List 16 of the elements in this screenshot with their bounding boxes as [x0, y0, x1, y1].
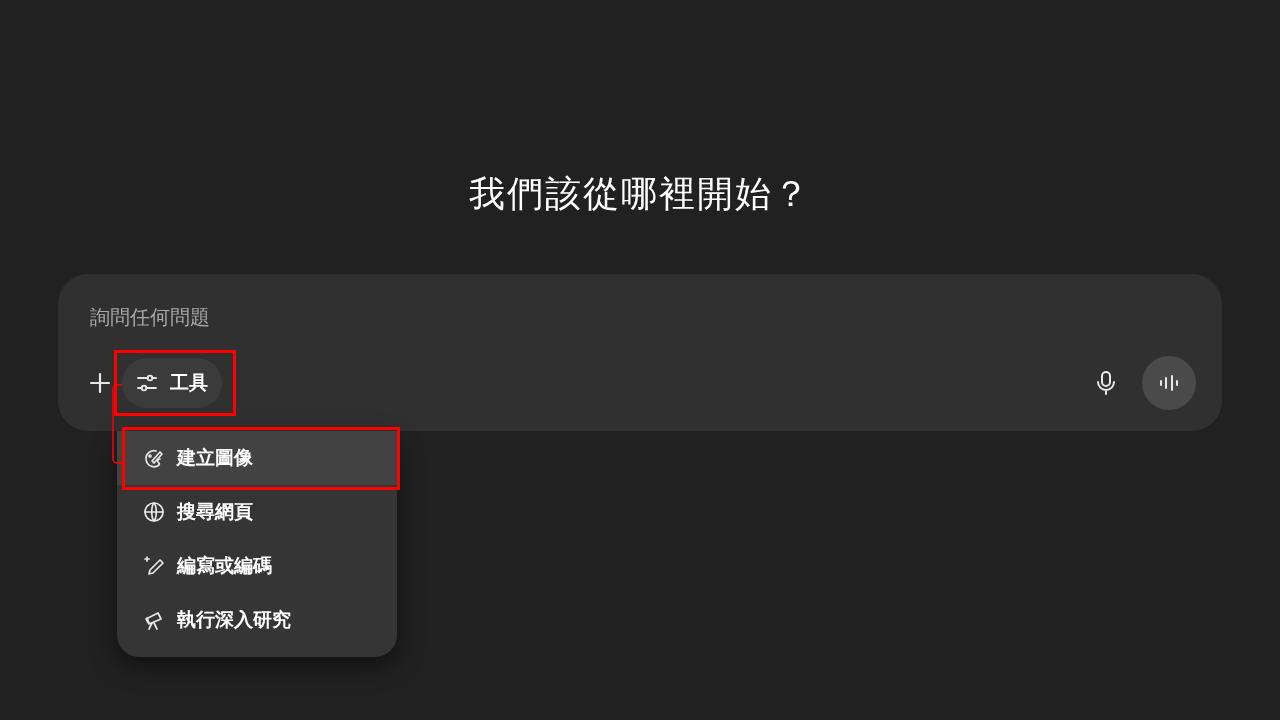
- prompt-input[interactable]: 詢問任何問題: [84, 302, 684, 332]
- sliders-icon: [136, 372, 158, 394]
- menu-item[interactable]: 編寫或編碼: [117, 539, 397, 593]
- menu-item[interactable]: 建立圖像: [117, 431, 397, 485]
- palette-icon: [143, 447, 165, 469]
- menu-item[interactable]: 搜尋網頁: [117, 485, 397, 539]
- globe-icon: [143, 501, 165, 523]
- tools-button[interactable]: 工具: [122, 358, 222, 408]
- microphone-icon[interactable]: [1096, 370, 1116, 396]
- plus-icon[interactable]: [89, 372, 111, 394]
- waveform-icon: [1159, 375, 1179, 391]
- pen-icon: [143, 555, 165, 577]
- telescope-icon: [143, 609, 165, 631]
- page-heading: 我們該從哪裡開始？: [469, 172, 811, 216]
- voice-button[interactable]: [1142, 356, 1196, 410]
- menu-item[interactable]: 執行深入研究: [117, 593, 397, 647]
